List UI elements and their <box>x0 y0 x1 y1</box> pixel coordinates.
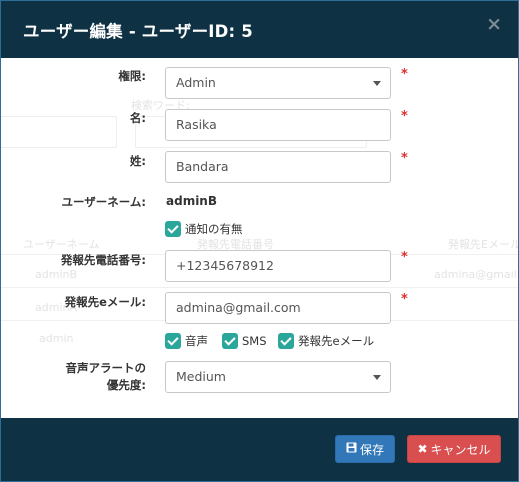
chevron-down-icon <box>373 81 381 86</box>
phone-input[interactable]: +12345678912 <box>165 250 391 282</box>
notify-enabled-label: 通知の有無 <box>185 222 243 236</box>
chevron-down-icon <box>373 375 381 380</box>
first-name-input[interactable]: Rasika <box>165 109 391 141</box>
dialog-body: 検索ワード: ユーザーネーム 発報先電話番号 発報先Eメール adminB ad… <box>1 58 518 418</box>
required-mark: * <box>401 292 408 307</box>
notify-enabled-checkbox[interactable]: 通知の有無 <box>165 221 243 237</box>
bg-row1-user: adminB <box>35 268 78 281</box>
required-mark: * <box>401 109 408 124</box>
email-notify-checkbox[interactable]: 発報先eメール <box>278 333 374 349</box>
edit-user-dialog: ユーザー編集 - ユーザーID: 5 × 検索ワード: ユーザーネーム 発報先電… <box>0 0 519 482</box>
priority-label-line1: 音声アラートの <box>65 361 147 375</box>
dialog-title: ユーザー編集 - ユーザーID: 5 <box>23 22 253 41</box>
bg-select <box>1 116 117 148</box>
priority-label-line2: 優先度: <box>106 378 146 392</box>
x-icon: ✖ <box>417 442 428 456</box>
username-label: ユーザーネーム: <box>61 195 146 209</box>
email-input[interactable]: admina@gmail.com <box>165 292 391 324</box>
role-value: Admin <box>176 75 216 90</box>
required-mark: * <box>401 250 408 265</box>
save-label: 保存 <box>359 442 384 457</box>
email-notify-label: 発報先eメール <box>298 334 375 348</box>
bg-divider <box>1 287 518 288</box>
voice-label: 音声 <box>185 334 208 348</box>
checkbox-checked-icon <box>278 333 294 349</box>
first-name-label: 名: <box>129 111 146 125</box>
role-select[interactable]: Admin <box>165 67 391 99</box>
bg-col-username: ユーザーネーム <box>23 238 100 251</box>
checkbox-checked-icon <box>222 333 238 349</box>
dialog-footer: 保存 ✖ キャンセル <box>1 418 518 481</box>
sms-checkbox[interactable]: SMS <box>222 333 267 349</box>
sms-label: SMS <box>242 334 267 348</box>
dialog-header: ユーザー編集 - ユーザーID: 5 × <box>1 1 518 58</box>
email-label: 発報先eメール: <box>64 295 146 309</box>
checkbox-checked-icon <box>165 333 181 349</box>
cancel-label: キャンセル <box>430 442 491 457</box>
role-label: 権限: <box>118 69 146 83</box>
phone-label: 発報先電話番号: <box>60 253 146 267</box>
save-button[interactable]: 保存 <box>335 435 395 463</box>
last-name-input[interactable]: Bandara <box>165 151 391 183</box>
bg-row1-email: admina@gmail.c <box>434 268 519 281</box>
required-mark: * <box>401 67 408 82</box>
checkbox-checked-icon <box>165 221 181 237</box>
username-value: adminB <box>166 194 217 208</box>
priority-select[interactable]: Medium <box>165 361 391 393</box>
floppy-disk-icon <box>346 442 357 456</box>
cancel-button[interactable]: ✖ キャンセル <box>407 435 501 463</box>
bg-row3-user: admin <box>39 332 74 345</box>
voice-checkbox[interactable]: 音声 <box>165 333 208 349</box>
priority-value: Medium <box>176 369 226 384</box>
priority-label: 音声アラートの 優先度: <box>66 360 147 394</box>
required-mark: * <box>401 151 408 166</box>
close-icon[interactable]: × <box>486 15 502 34</box>
bg-col-email: 発報先Eメール <box>448 238 519 251</box>
last-name-label: 姓: <box>129 154 146 168</box>
